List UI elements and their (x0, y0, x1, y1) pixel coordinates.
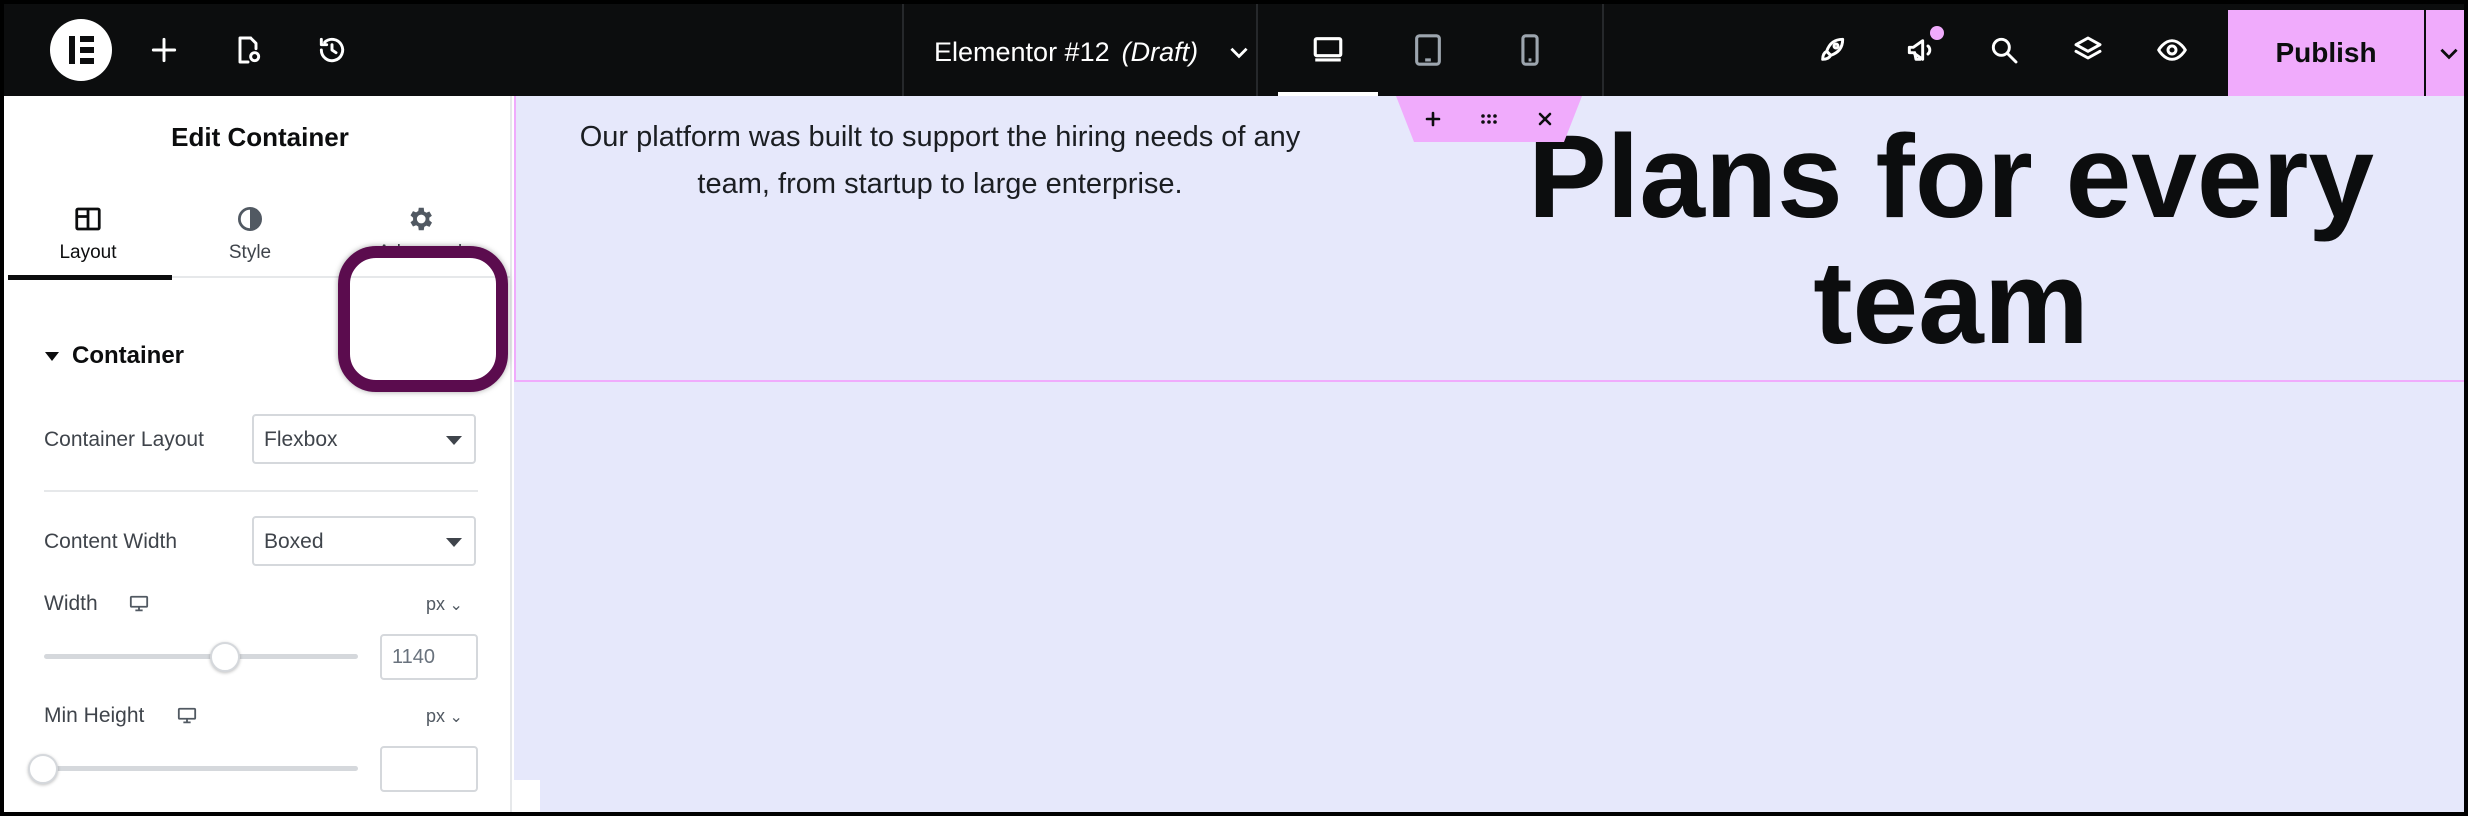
rocket-icon[interactable] (1812, 30, 1852, 70)
divider (1602, 4, 1604, 96)
preview-eye-icon[interactable] (2152, 30, 2192, 70)
desktop-view-icon[interactable] (1278, 4, 1378, 96)
content-width-label: Content Width (44, 530, 178, 553)
tab-label: Style (228, 242, 272, 263)
width-slider-track[interactable] (44, 654, 358, 659)
text-editor-widget[interactable]: Our platform was built to support the hi… (556, 114, 1324, 208)
gear-icon (410, 207, 432, 231)
tablet-view-icon[interactable] (1378, 4, 1478, 96)
top-bar: Elementor #12 (Draft) Publish (4, 4, 2464, 96)
publish-button[interactable]: Publish (2228, 10, 2424, 96)
tab-advanced[interactable]: Advanced (340, 186, 500, 278)
divider (902, 4, 904, 96)
caret-down-icon (45, 352, 59, 361)
min-height-slider-track[interactable] (44, 766, 358, 771)
elementor-logo-icon[interactable] (50, 19, 112, 81)
edit-panel: Edit Container Layout Style Advanced Con… (8, 96, 512, 812)
drag-handle-icon[interactable] (1474, 104, 1504, 134)
container-layout-label: Container Layout (44, 428, 204, 451)
page-settings-icon[interactable] (228, 30, 268, 70)
tab-style[interactable]: Style (170, 186, 330, 278)
width-input[interactable]: 1140 (380, 634, 478, 680)
close-icon[interactable] (1530, 104, 1560, 134)
tab-layout[interactable]: Layout (8, 186, 172, 280)
publish-options-button[interactable] (2426, 10, 2464, 96)
min-height-slider-thumb[interactable] (28, 754, 58, 784)
layers-icon[interactable] (2068, 30, 2108, 70)
container-section-header[interactable]: Container (44, 342, 184, 370)
divider (1256, 4, 1258, 96)
add-container-icon[interactable] (1418, 104, 1448, 134)
container-handle (1396, 96, 1582, 142)
desktop-responsive-icon[interactable] (128, 594, 150, 614)
content-width-select[interactable]: Boxed (252, 516, 476, 566)
container-layout-select[interactable]: Flexbox (252, 414, 476, 464)
panel-footer-gap (512, 780, 540, 812)
chevron-down-icon (2440, 48, 2458, 60)
layout-icon (75, 207, 101, 231)
chevron-down-icon (1230, 47, 1248, 59)
desktop-responsive-icon[interactable] (176, 706, 198, 726)
search-icon[interactable] (1984, 30, 2024, 70)
width-slider-thumb[interactable] (210, 642, 240, 672)
section-title: Container (72, 342, 185, 369)
mobile-view-icon[interactable] (1480, 4, 1580, 96)
width-label: Width (44, 592, 98, 615)
notification-dot (1930, 26, 1944, 40)
min-height-label: Min Height (44, 704, 145, 727)
history-icon[interactable] (312, 30, 352, 70)
app-window: Elementor #12 (Draft) Publish Edit Conta… (0, 0, 2468, 816)
panel-tabs: Layout Style Advanced (8, 186, 512, 280)
panel-title: Edit Container (171, 122, 349, 152)
divider (44, 490, 478, 492)
heading-widget[interactable]: Plans for every team (1436, 114, 2464, 366)
document-name: Elementor #12 (934, 36, 1110, 67)
editor-canvas[interactable]: Our platform was built to support the hi… (514, 96, 2464, 812)
style-icon (238, 207, 262, 231)
tab-label: Advanced (377, 242, 463, 263)
tab-label: Layout (59, 242, 117, 263)
add-element-icon[interactable] (144, 30, 184, 70)
document-title[interactable]: Elementor #12 (Draft) (934, 32, 1252, 72)
min-height-unit-select[interactable]: px (426, 706, 463, 727)
document-status: (Draft) (1121, 36, 1199, 67)
min-height-input[interactable] (380, 746, 478, 792)
width-unit-select[interactable]: px (426, 594, 463, 615)
